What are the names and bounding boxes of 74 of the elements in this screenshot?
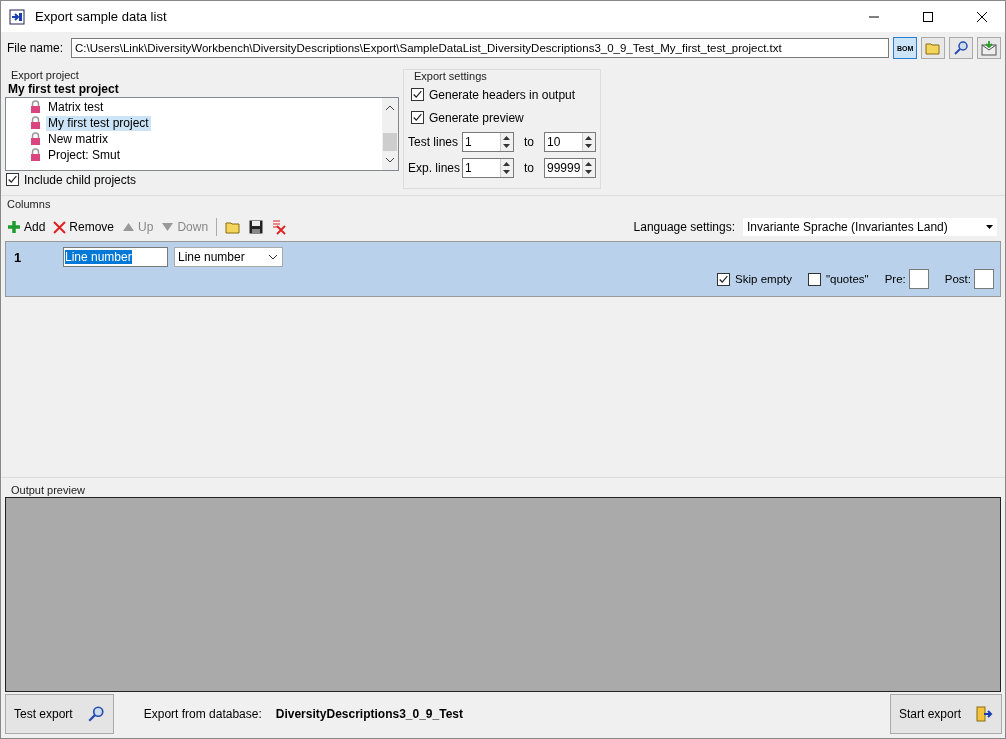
down-arrow-icon — [161, 222, 175, 232]
column-name-field[interactable]: Line number — [63, 247, 168, 267]
search-icon — [953, 40, 970, 56]
project-item[interactable]: Matrix test — [46, 99, 106, 115]
checkbox[interactable] — [6, 173, 19, 186]
from-spinner[interactable]: 1 — [462, 132, 514, 152]
checkbox[interactable] — [808, 272, 821, 286]
skip-empty-label: Skip empty — [735, 273, 792, 285]
spin-arrows-icon[interactable] — [583, 159, 594, 177]
folder-icon — [925, 41, 942, 55]
scroll-up-icon[interactable] — [385, 104, 395, 112]
test-export-button[interactable]: Test export — [5, 694, 114, 734]
lock-icon — [30, 100, 41, 114]
scroll-down-icon[interactable] — [385, 156, 395, 164]
group-title: Export settings — [413, 70, 488, 83]
to-spinner[interactable]: 99999 — [544, 158, 596, 178]
post-label: Post: — [944, 273, 971, 285]
source-dropdown[interactable]: Line number — [174, 247, 283, 267]
pre-field[interactable] — [908, 269, 929, 289]
envelope-icon — [981, 40, 998, 56]
mail-button[interactable] — [977, 37, 1001, 59]
group-title: Columns — [6, 198, 52, 211]
save-icon[interactable] — [249, 220, 264, 234]
spin-arrows-icon[interactable] — [501, 133, 512, 151]
remove-button[interactable]: Remove — [53, 220, 115, 234]
scroll-thumb[interactable] — [383, 133, 397, 151]
to-label: to — [523, 135, 535, 149]
database-name: DiversityDescriptions3_0_9_Test — [275, 707, 463, 721]
clear-icon[interactable] — [271, 219, 288, 235]
column-number: 1 — [13, 249, 23, 265]
language-label: Language settings: — [633, 220, 735, 234]
app-icon — [9, 8, 25, 25]
checkbox[interactable] — [411, 88, 424, 101]
plus-icon — [7, 220, 21, 234]
spin-arrows-icon[interactable] — [501, 159, 512, 177]
language-dropdown[interactable]: Invariante Sprache (Invariantes Land) — [743, 218, 997, 236]
project-item[interactable]: New matrix — [46, 131, 110, 147]
pre-label: Pre: — [884, 273, 906, 285]
option-label: Generate preview — [429, 110, 524, 125]
add-button[interactable]: Add — [7, 220, 46, 234]
window-title: Export sample data list — [35, 9, 167, 24]
from-spinner[interactable]: 1 — [462, 158, 514, 178]
x-icon — [53, 220, 67, 234]
current-project: My first test project — [7, 82, 120, 97]
database-label: Export from database: — [143, 707, 262, 721]
option-label: Generate headers in output — [429, 87, 576, 102]
start-export-button[interactable]: Start export — [889, 694, 1002, 734]
search-icon — [86, 705, 105, 723]
maximize-icon[interactable] — [922, 10, 934, 23]
lock-icon — [30, 116, 41, 130]
checkbox[interactable] — [411, 111, 424, 124]
range-label: Exp. lines — [408, 161, 462, 175]
quotes-label: "quotes" — [826, 273, 869, 285]
scrollbar[interactable] — [382, 98, 398, 170]
to-spinner[interactable]: 10 — [544, 132, 596, 152]
to-label: to — [523, 161, 535, 175]
search-button[interactable] — [949, 37, 974, 59]
group-title: Output preview — [10, 484, 86, 497]
up-arrow-icon — [122, 222, 136, 232]
file-name-label: File name: — [7, 41, 64, 55]
post-field[interactable] — [974, 269, 994, 289]
lock-icon — [30, 132, 41, 146]
close-icon[interactable] — [976, 10, 988, 23]
group-title: Export project — [10, 69, 80, 82]
file-name-field[interactable]: C:\Users\Link\DiversityWorkbench\DiversityDescriptions\Export\SampleDataList_DiversityDescriptions3_0_9_Test_My_first_test_project.txt — [71, 38, 890, 58]
include-child-projects-label: Include child projects — [24, 172, 137, 187]
dropdown-arrow-icon — [986, 225, 993, 229]
lock-icon — [30, 148, 41, 162]
project-item[interactable]: Project: Smut — [46, 147, 123, 163]
spin-arrows-icon[interactable] — [583, 133, 594, 151]
checkbox[interactable] — [717, 272, 731, 286]
range-label: Test lines — [408, 135, 460, 149]
project-item[interactable]: My first test project — [46, 115, 151, 131]
exit-door-icon — [975, 705, 993, 723]
